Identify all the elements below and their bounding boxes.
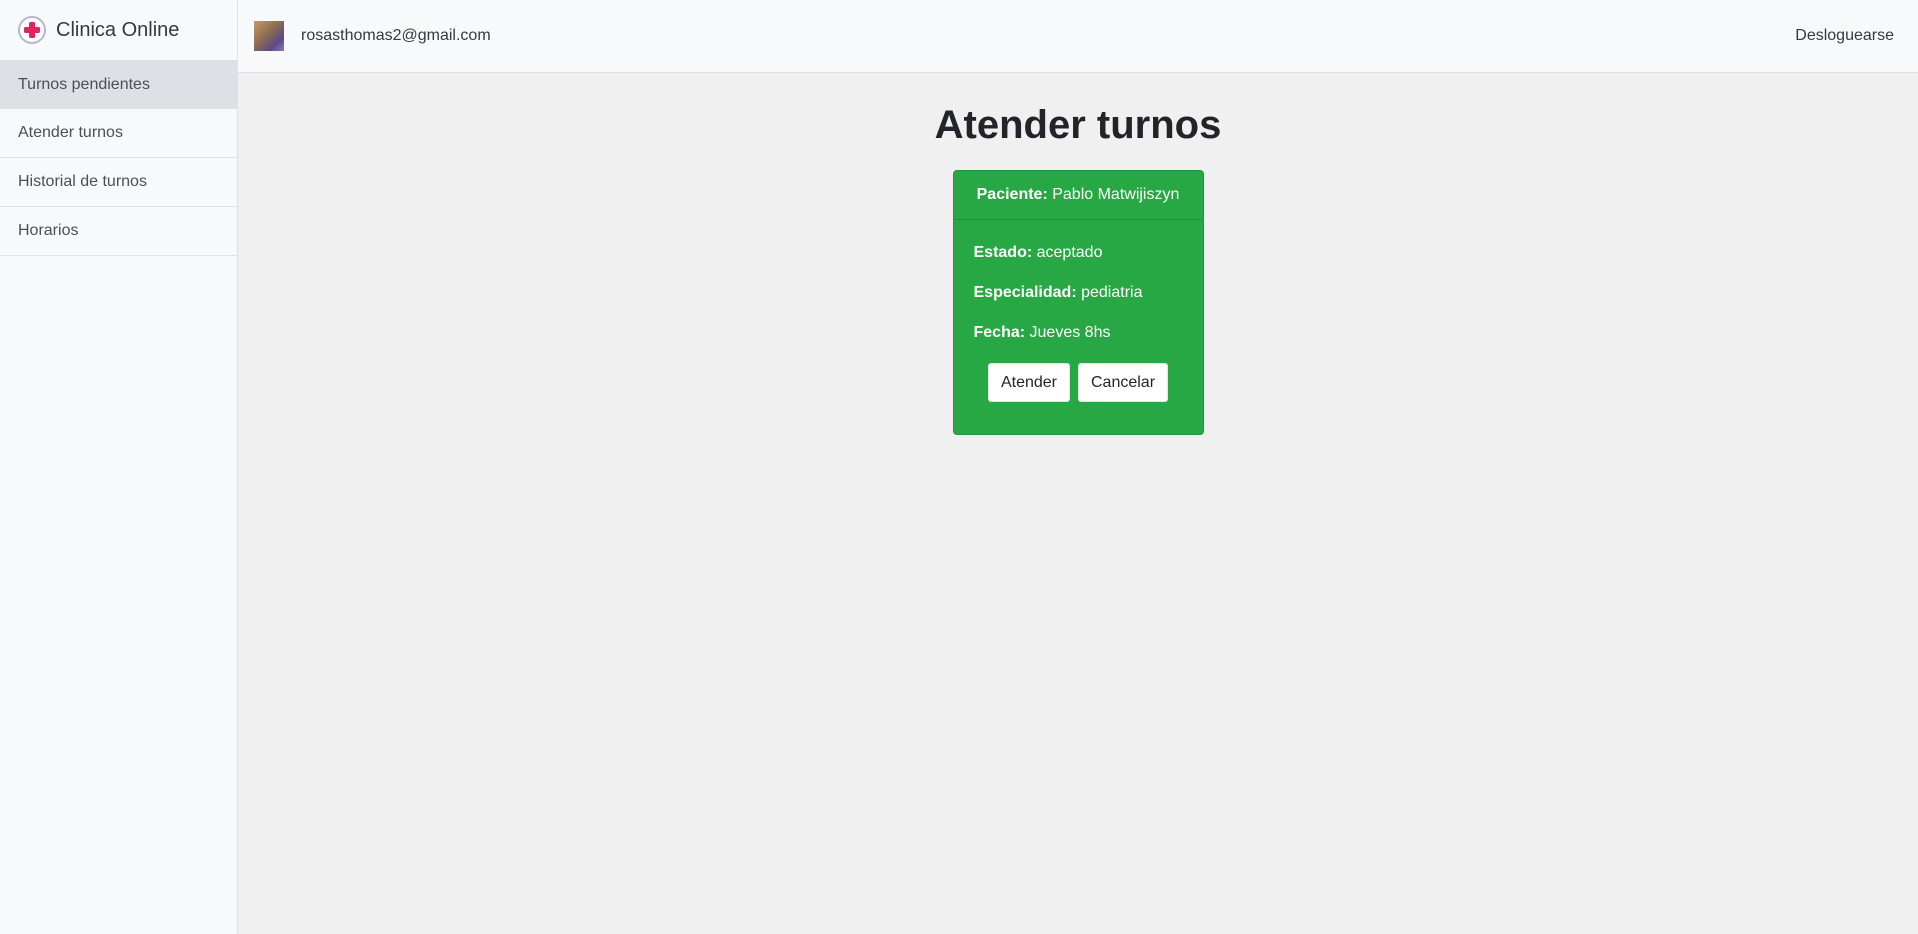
content: Atender turnos Paciente: Pablo Matwijisz… (238, 73, 1918, 934)
sidebar-item-label: Historial de turnos (18, 173, 147, 190)
avatar[interactable] (254, 21, 284, 51)
card-header: Paciente: Pablo Matwijiszyn (953, 171, 1203, 220)
cancel-button[interactable]: Cancelar (1078, 363, 1169, 402)
patient-label: Paciente: (976, 186, 1048, 203)
date-label: Fecha: (973, 324, 1026, 341)
app-root: Clinica Online Turnos pendientes Atender… (0, 0, 1918, 934)
sidebar-item-label: Horarios (18, 222, 79, 239)
brand[interactable]: Clinica Online (0, 0, 237, 60)
patient-name: Pablo Matwijiszyn (1052, 186, 1180, 203)
specialty-field: Especialidad: pediatria (974, 283, 1183, 303)
card-body: Estado: aceptado Especialidad: pediatria… (954, 220, 1203, 402)
date-value: Jueves 8hs (1029, 324, 1111, 341)
status-label: Estado: (973, 244, 1033, 261)
logout-link[interactable]: Desloguearse (1795, 27, 1894, 45)
attend-button[interactable]: Atender (987, 363, 1070, 402)
appointment-card: Paciente: Pablo Matwijiszyn Estado: acep… (952, 170, 1204, 435)
status-value: aceptado (1036, 244, 1103, 261)
date-field: Fecha: Jueves 8hs (974, 323, 1183, 343)
sidebar-menu: Turnos pendientes Atender turnos Histori… (0, 60, 237, 256)
sidebar-item-turnos-pendientes[interactable]: Turnos pendientes (0, 60, 237, 109)
user-email: rosasthomas2@gmail.com (301, 27, 491, 44)
medical-cross-icon (18, 16, 46, 44)
sidebar-item-historial-de-turnos[interactable]: Historial de turnos (0, 158, 237, 207)
sidebar-item-label: Atender turnos (18, 124, 123, 141)
status-field: Estado: aceptado (974, 243, 1183, 263)
specialty-value: pediatria (1081, 284, 1143, 301)
sidebar-item-horarios[interactable]: Horarios (0, 207, 237, 256)
sidebar: Clinica Online Turnos pendientes Atender… (0, 0, 238, 934)
sidebar-item-label: Turnos pendientes (18, 75, 150, 93)
page-title: Atender turnos (934, 103, 1222, 147)
sidebar-item-atender-turnos[interactable]: Atender turnos (0, 109, 237, 158)
brand-name: Clinica Online (56, 18, 180, 41)
specialty-label: Especialidad: (973, 284, 1077, 301)
card-actions: Atender Cancelar (974, 363, 1183, 402)
topbar: rosasthomas2@gmail.com Desloguearse (238, 0, 1918, 73)
main-area: rosasthomas2@gmail.com Desloguearse Aten… (238, 0, 1918, 934)
